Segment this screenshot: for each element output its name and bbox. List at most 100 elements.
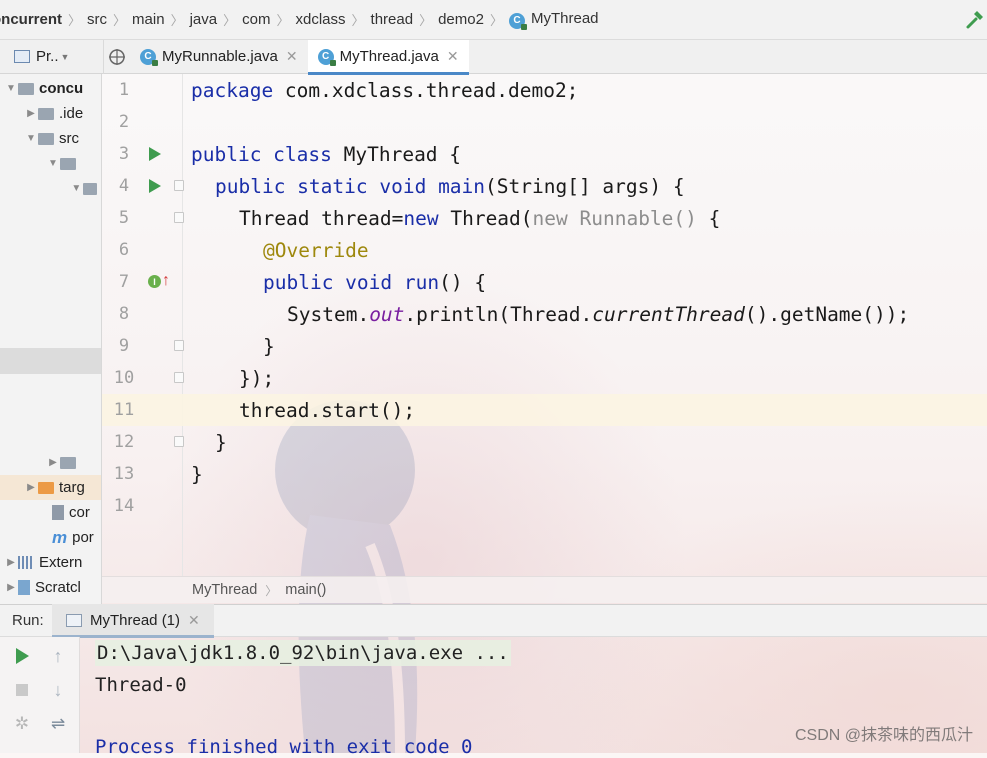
breadcrumb-src[interactable]: src bbox=[81, 11, 113, 28]
arrow-up-icon[interactable]: ↑ bbox=[48, 646, 68, 666]
chevron-right-icon: 〉 bbox=[170, 13, 184, 28]
code-line-5[interactable]: 5 Thread thread=new Thread(new Runnable(… bbox=[102, 202, 987, 234]
maven-icon: m bbox=[52, 527, 68, 547]
project-tab-label: Pr.. bbox=[36, 48, 59, 65]
target-crosshair-icon[interactable] bbox=[104, 48, 130, 66]
breadcrumb-thread[interactable]: thread bbox=[365, 11, 420, 28]
fold-icon[interactable] bbox=[174, 436, 184, 447]
code-token: ().getName()); bbox=[744, 302, 910, 326]
editor-structure-breadcrumb: MyThread 〉 main() bbox=[102, 576, 987, 603]
dropdown-arrow-icon[interactable]: ▼ bbox=[61, 52, 70, 62]
breadcrumb-project[interactable]: oncurrent bbox=[0, 11, 68, 28]
project-window-icon bbox=[14, 50, 30, 63]
run-tab-mythread[interactable]: MyThread (1) ✕ bbox=[52, 604, 214, 638]
chevron-right-icon: 〉 bbox=[351, 13, 365, 28]
tab-mythread[interactable]: C MyThread.java ✕ bbox=[307, 39, 469, 75]
method-name: main bbox=[426, 174, 486, 198]
fold-icon[interactable] bbox=[174, 340, 184, 351]
collapse-arrow-icon[interactable]: ▶ bbox=[4, 582, 18, 593]
code-token: } bbox=[191, 462, 203, 486]
code-line-10[interactable]: 10 }); bbox=[102, 362, 987, 394]
tree-item-java[interactable]: ▼ bbox=[0, 176, 101, 201]
run-toolbar: ↑ ↓ ✲ ⇌ bbox=[0, 637, 80, 753]
line-number: 2 bbox=[118, 112, 130, 132]
collapse-arrow-icon[interactable]: ▶ bbox=[46, 457, 60, 468]
breadcrumb-current-class[interactable]: C MyThread bbox=[503, 10, 605, 30]
code-line-14[interactable]: 14 bbox=[102, 490, 987, 522]
breadcrumb-xdclass[interactable]: xdclass bbox=[289, 11, 351, 28]
tree-item-idea[interactable]: ▶ .ide bbox=[0, 101, 101, 126]
code-token: com.xdclass.thread.demo2; bbox=[273, 78, 579, 102]
tab-myrunnable[interactable]: C MyRunnable.java ✕ bbox=[130, 40, 308, 74]
breadcrumb-demo2[interactable]: demo2 bbox=[432, 11, 490, 28]
tree-item-scratches[interactable]: ▶ Scratcl bbox=[0, 575, 101, 600]
arrow-down-icon[interactable]: ↓ bbox=[48, 680, 68, 700]
collapse-arrow-icon[interactable]: ▶ bbox=[4, 557, 18, 568]
code-text: @Override bbox=[263, 239, 369, 262]
run-icon[interactable] bbox=[149, 147, 161, 161]
footer-class-crumb[interactable]: MyThread bbox=[192, 582, 257, 598]
breadcrumb-main[interactable]: main bbox=[126, 11, 171, 28]
stop-icon[interactable] bbox=[12, 680, 32, 700]
editor-tab-bar: Pr.. ▼ C MyRunnable.java ✕ C MyThread.ja… bbox=[0, 39, 987, 75]
code-text: package com.xdclass.thread.demo2; bbox=[191, 79, 578, 102]
breadcrumb-com[interactable]: com bbox=[236, 11, 276, 28]
tree-item-label: cor bbox=[69, 504, 90, 521]
code-line-3[interactable]: 3 public class MyThread { bbox=[102, 138, 987, 170]
line-number: 7 bbox=[118, 272, 130, 292]
code-line-4[interactable]: 4 public static void main(String[] args)… bbox=[102, 170, 987, 202]
code-line-11-current[interactable]: 11 thread.start(); bbox=[102, 394, 987, 426]
code-line-9[interactable]: 9 } bbox=[102, 330, 987, 362]
code-token: Thread thread= bbox=[239, 206, 404, 230]
expand-arrow-icon[interactable]: ▼ bbox=[46, 158, 60, 169]
fold-icon[interactable] bbox=[174, 180, 184, 191]
fold-icon[interactable] bbox=[174, 372, 184, 383]
debug-bug-icon[interactable]: ✲ bbox=[12, 714, 32, 734]
soft-wrap-icon[interactable]: ⇌ bbox=[48, 714, 68, 734]
rerun-icon[interactable] bbox=[12, 646, 32, 666]
tree-item-pom[interactable]: m por bbox=[0, 525, 101, 550]
breadcrumb-java[interactable]: java bbox=[184, 11, 224, 28]
tree-item-target[interactable]: ▶ targ bbox=[0, 475, 101, 500]
expand-arrow-icon[interactable]: ▼ bbox=[24, 133, 38, 144]
close-icon[interactable]: ✕ bbox=[286, 48, 298, 65]
collapse-arrow-icon[interactable]: ▶ bbox=[24, 108, 38, 119]
code-line-8[interactable]: 8 System.out.println(Thread.currentThrea… bbox=[102, 298, 987, 330]
fold-icon[interactable] bbox=[174, 212, 184, 223]
code-line-2[interactable]: 2 bbox=[102, 106, 987, 138]
tree-item-project-root[interactable]: ▼ concu bbox=[0, 76, 101, 101]
code-line-1[interactable]: 1 package com.xdclass.thread.demo2; bbox=[102, 74, 987, 106]
tree-item-label: concu bbox=[39, 80, 84, 97]
code-editor[interactable]: 1 package com.xdclass.thread.demo2; 2 3 … bbox=[102, 74, 987, 576]
tree-item-test[interactable]: ▶ bbox=[0, 450, 101, 475]
gutter-marker bbox=[146, 202, 184, 234]
tree-item-src[interactable]: ▼ src bbox=[0, 126, 101, 151]
close-icon[interactable]: ✕ bbox=[188, 612, 200, 629]
expand-arrow-icon[interactable]: ▼ bbox=[70, 183, 83, 194]
chevron-right-icon: 〉 bbox=[276, 13, 290, 28]
chevron-right-icon: 〉 bbox=[68, 13, 82, 28]
line-number: 1 bbox=[118, 80, 130, 100]
code-line-7[interactable]: 7 I ↑ public void run() { bbox=[102, 266, 987, 298]
gutter-marker bbox=[146, 74, 183, 106]
class-icon: C bbox=[317, 48, 336, 66]
tree-item-config-file[interactable]: cor bbox=[0, 500, 101, 525]
project-tool-tab[interactable]: Pr.. ▼ bbox=[0, 39, 104, 74]
code-line-12[interactable]: 12 } bbox=[102, 426, 987, 458]
static-field: out bbox=[369, 302, 405, 326]
gutter-marker bbox=[146, 362, 184, 394]
console-process-finished: Process finished with exit code 0 bbox=[95, 736, 473, 758]
expand-arrow-icon[interactable]: ▼ bbox=[4, 83, 18, 94]
keyword: public void bbox=[263, 270, 393, 294]
code-line-13[interactable]: 13 } bbox=[102, 458, 987, 490]
footer-method-crumb[interactable]: main() bbox=[285, 582, 326, 598]
code-line-6[interactable]: 6 @Override bbox=[102, 234, 987, 266]
collapse-arrow-icon[interactable]: ▶ bbox=[24, 482, 38, 493]
run-icon[interactable] bbox=[149, 179, 161, 193]
tree-item-external-libraries[interactable]: ▶ Extern bbox=[0, 550, 101, 575]
tree-item-main[interactable]: ▼ bbox=[0, 151, 101, 176]
close-icon[interactable]: ✕ bbox=[447, 48, 459, 65]
build-hammer-icon[interactable] bbox=[965, 10, 985, 30]
implements-method-icon[interactable]: I bbox=[148, 275, 161, 288]
excluded-folder-icon bbox=[38, 481, 54, 494]
